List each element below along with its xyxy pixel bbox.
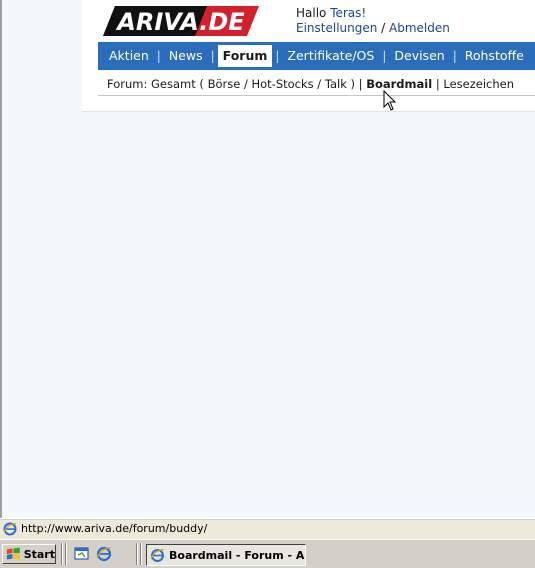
user-greeting: Hallo Teras! Einstellungen / Abmelden	[296, 6, 450, 36]
windows-flag-icon	[6, 547, 20, 560]
username-link[interactable]: Teras!	[330, 6, 366, 20]
taskbar-window-label: Boardmail - Forum - A...	[169, 548, 306, 562]
logout-link[interactable]: Abmelden	[389, 21, 450, 35]
show-desktop-icon[interactable]	[74, 546, 90, 562]
nav-item-news[interactable]: News	[161, 42, 211, 70]
nav-item-rohstoffe[interactable]: Rohstoffe	[457, 42, 532, 70]
taskbar-divider	[136, 543, 138, 565]
forum-subnavigation: Forum: Gesamt ( Börse / Hot-Stocks / Tal…	[98, 76, 535, 96]
subnav-slash: /	[313, 77, 325, 91]
subnav-pipe: |	[432, 77, 444, 91]
taskbar-divider	[61, 543, 63, 565]
status-url: http://www.ariva.de/forum/buddy/	[21, 522, 208, 535]
logo-text: ARIVA.DE	[115, 8, 245, 36]
subnav-talk-link[interactable]: Talk	[325, 77, 347, 91]
taskbar-window-button[interactable]: Boardmail - Forum - A...	[146, 544, 306, 566]
subnav-lesezeichen-link[interactable]: Lesezeichen	[443, 77, 514, 91]
taskbar-divider	[65, 543, 67, 565]
subnav-gesamt-link[interactable]: Gesamt	[151, 77, 196, 91]
taskbar-divider	[140, 543, 142, 565]
subnav-prefix: Forum:	[107, 77, 151, 91]
main-navigation: Aktien | News | Forum | Zertifikate/OS |…	[98, 42, 535, 70]
greeting-separator: /	[377, 21, 390, 35]
internet-explorer-icon	[3, 522, 17, 536]
internet-explorer-icon[interactable]	[96, 546, 112, 562]
subnav-boerse-link[interactable]: Börse	[208, 77, 241, 91]
start-button[interactable]: Start	[2, 544, 56, 564]
subnav-slash: /	[240, 77, 252, 91]
subnav-hotstocks-link[interactable]: Hot-Stocks	[251, 77, 313, 91]
windows-taskbar: Start Boardmail - Forum - A...	[0, 539, 535, 568]
subnav-boardmail-link[interactable]: Boardmail	[366, 77, 432, 91]
subnav-close-paren: ) |	[346, 77, 367, 91]
internet-explorer-icon	[150, 548, 165, 562]
settings-link[interactable]: Einstellungen	[296, 21, 377, 35]
page-header: ARIVA.DE Hallo Teras! Einstellungen / Ab…	[82, 0, 535, 112]
greeting-hello: Hallo	[296, 6, 331, 20]
ariva-logo[interactable]: ARIVA.DE	[103, 5, 259, 37]
browser-status-bar: http://www.ariva.de/forum/buddy/	[0, 518, 535, 539]
subnav-open-paren: (	[195, 77, 208, 91]
browser-viewport: ARIVA.DE Hallo Teras! Einstellungen / Ab…	[0, 0, 535, 518]
mouse-cursor-icon	[383, 90, 397, 111]
nav-item-forum[interactable]: Forum	[217, 45, 273, 67]
nav-item-aktien[interactable]: Aktien	[98, 42, 157, 70]
start-label: Start	[23, 547, 55, 561]
nav-item-zertifikate[interactable]: Zertifikate/OS	[279, 42, 382, 70]
nav-separator: |	[210, 49, 215, 63]
nav-item-devisen[interactable]: Devisen	[386, 42, 452, 70]
